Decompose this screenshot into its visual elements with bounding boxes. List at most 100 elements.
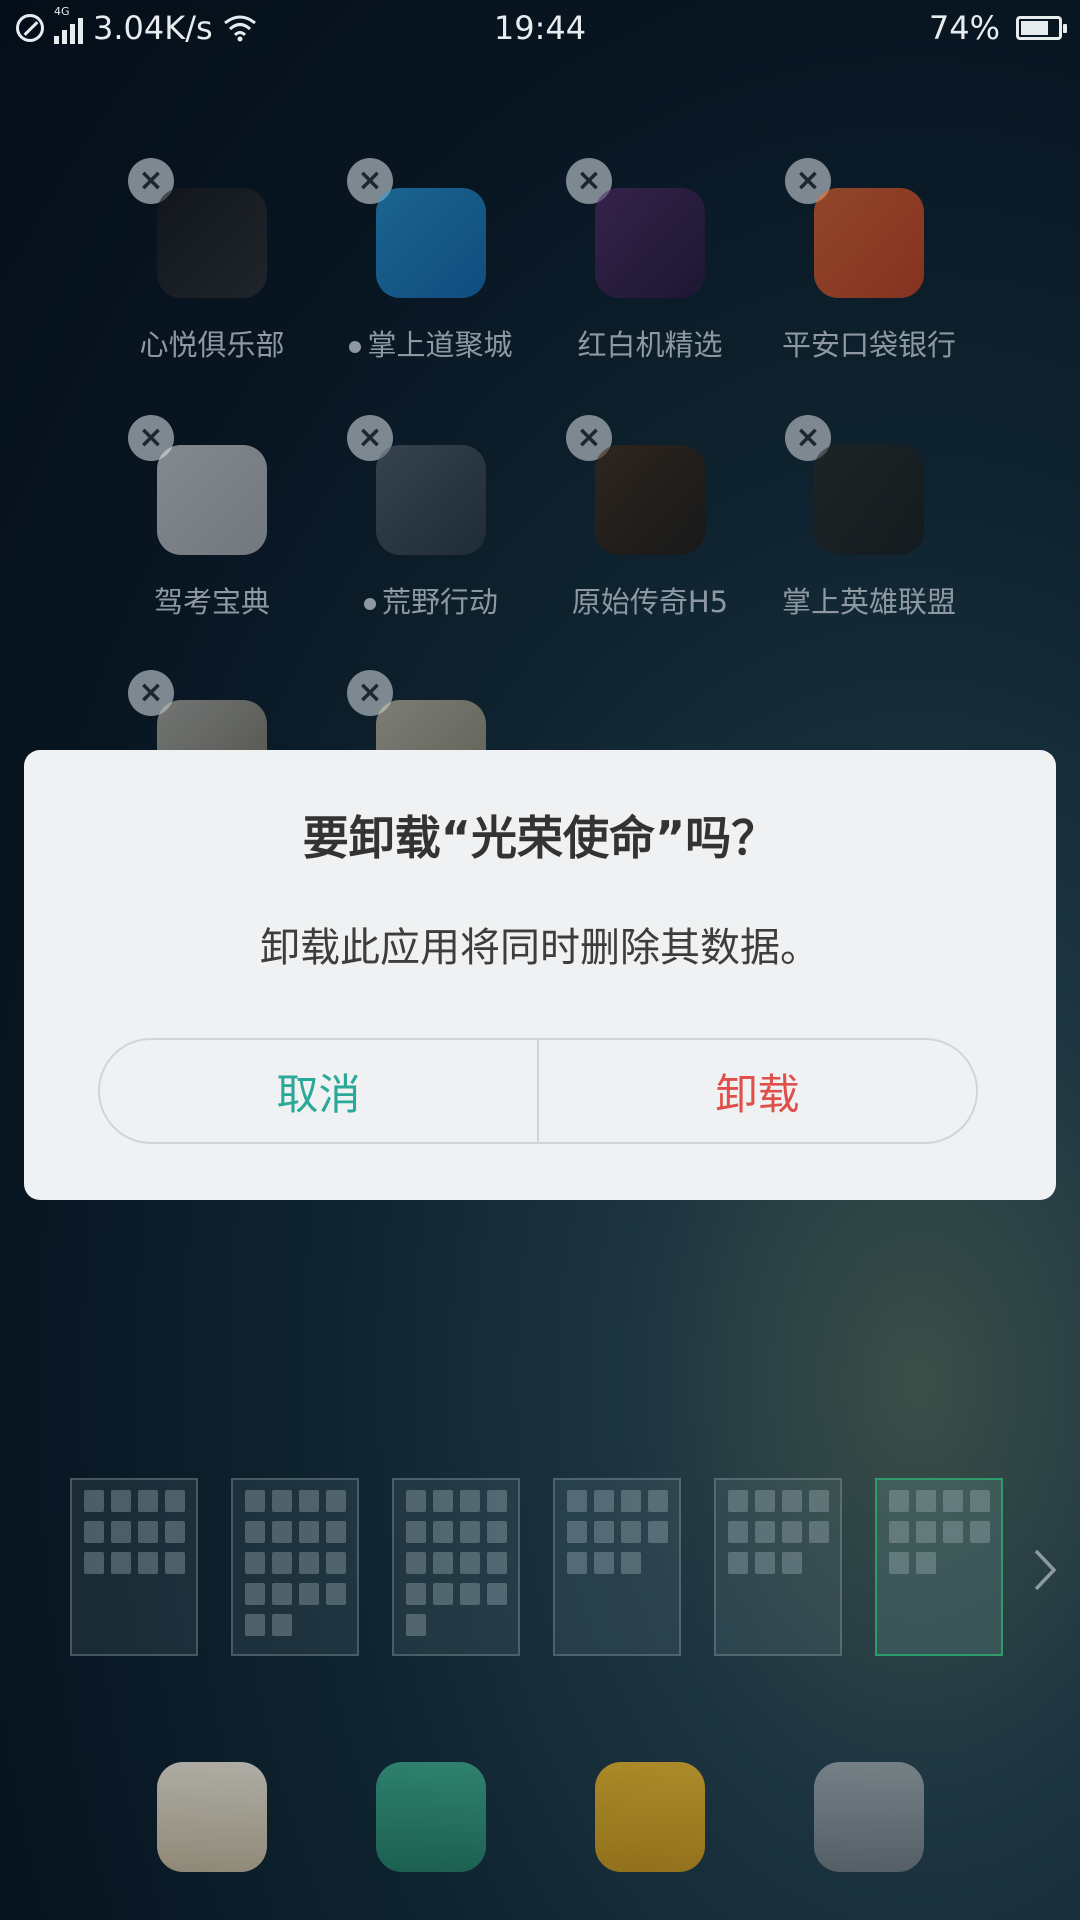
thumbnail-app-cell	[621, 1490, 641, 1512]
app-label: 荒野行动	[331, 579, 531, 621]
thumbnail-app-cell	[889, 1490, 909, 1512]
thumbnail-app-cell	[728, 1521, 748, 1543]
thumbnail-app-cell	[406, 1490, 426, 1512]
thumbnail-app-cell	[889, 1521, 909, 1543]
app-item[interactable]: 原始传奇H5	[550, 445, 750, 621]
page-thumbnail[interactable]	[231, 1478, 359, 1656]
battery-level-fill	[1021, 21, 1048, 35]
app-label-text: 平安口袋银行	[781, 328, 956, 362]
driving-test-icon[interactable]	[157, 445, 267, 555]
page-thumbnail[interactable]	[392, 1478, 520, 1656]
thumbnail-app-cell	[487, 1552, 507, 1574]
thumbnail-app-cell	[326, 1490, 346, 1512]
app-item[interactable]: 驾考宝典	[112, 445, 312, 621]
thumbnail-app-cell	[245, 1490, 265, 1512]
pingan-bank-icon[interactable]	[814, 188, 924, 298]
page-thumbnail[interactable]	[875, 1478, 1003, 1656]
app-item[interactable]: 平安口袋银行	[769, 188, 969, 364]
thumbnail-app-cell	[111, 1552, 131, 1574]
page-thumbnail[interactable]	[714, 1478, 842, 1656]
app-item[interactable]: 掌上英雄联盟	[769, 445, 969, 621]
thumbnail-app-cell	[326, 1521, 346, 1543]
app-label-text: 原始传奇H5	[571, 585, 729, 619]
thumbnail-app-cell	[433, 1583, 453, 1605]
status-bar: 4G 3.04K/s 19:44 74%	[0, 0, 1080, 56]
thumbnail-app-cell	[406, 1614, 426, 1636]
legend-h5-icon[interactable]	[595, 445, 705, 555]
thumbnail-app-cell	[299, 1490, 319, 1512]
thumbnail-app-cell	[621, 1521, 641, 1543]
uninstall-button[interactable]: 卸载	[539, 1040, 976, 1142]
thumbnail-app-cell	[782, 1521, 802, 1543]
thumbnail-app-cell	[460, 1552, 480, 1574]
app-label: 红白机精选	[550, 322, 750, 364]
app-item[interactable]: 红白机精选	[550, 188, 750, 364]
app-item[interactable]: 荒野行动	[331, 445, 531, 621]
thumbnail-app-cell	[567, 1552, 587, 1574]
settings-icon[interactable]	[814, 1762, 924, 1872]
page-thumbnail[interactable]	[553, 1478, 681, 1656]
thumbnail-app-cell	[916, 1552, 936, 1574]
thumbnail-app-cell	[406, 1552, 426, 1574]
thumbnail-app-cell	[728, 1490, 748, 1512]
app-label-text: 掌上道聚城	[367, 328, 513, 362]
dialog-title: 要卸载“光荣使命”吗？	[302, 811, 778, 865]
thumbnail-app-cell	[138, 1552, 158, 1574]
uninstall-dialog: 要卸载“光荣使命”吗？ 卸载此应用将同时删除其数据。 取消 卸载	[24, 750, 1056, 1200]
famicom-select-icon[interactable]	[595, 188, 705, 298]
app-item[interactable]: 心悦俱乐部	[112, 188, 312, 364]
thumbnail-app-cell	[782, 1490, 802, 1512]
camera-icon[interactable]	[157, 1762, 267, 1872]
thumbnail-app-cell	[594, 1490, 614, 1512]
app-label-text: 红白机精选	[577, 328, 723, 362]
app-label: 心悦俱乐部	[112, 322, 312, 364]
cancel-button[interactable]: 取消	[100, 1040, 539, 1142]
thumbnail-app-cell	[487, 1490, 507, 1512]
thumbnail-app-cell	[433, 1490, 453, 1512]
page-thumbnail[interactable]	[70, 1478, 198, 1656]
thumbnail-app-cell	[272, 1583, 292, 1605]
thumbnail-app-cell	[755, 1521, 775, 1543]
messages-icon[interactable]	[595, 1762, 705, 1872]
thumbnail-app-cell	[648, 1521, 668, 1543]
thumbnail-app-cell	[460, 1583, 480, 1605]
thumbnail-app-cell	[272, 1521, 292, 1543]
app-label-text: 掌上英雄联盟	[781, 585, 956, 619]
thumbnail-app-cell	[889, 1552, 909, 1574]
chevron-right-icon[interactable]	[1030, 1545, 1060, 1595]
thumbnail-app-cell	[594, 1521, 614, 1543]
thumbnail-app-cell	[326, 1583, 346, 1605]
page-thumbnails	[70, 1478, 1003, 1656]
thumbnail-app-cell	[809, 1490, 829, 1512]
lol-helper-icon[interactable]	[814, 445, 924, 555]
thumbnail-app-cell	[138, 1490, 158, 1512]
thumbnail-app-cell	[970, 1521, 990, 1543]
thumbnail-app-cell	[943, 1490, 963, 1512]
phone-icon[interactable]	[376, 1762, 486, 1872]
thumbnail-app-cell	[245, 1614, 265, 1636]
thumbnail-app-cell	[916, 1521, 936, 1543]
app-item[interactable]: 掌上道聚城	[331, 188, 531, 364]
thumbnail-app-cell	[433, 1521, 453, 1543]
thumbnail-app-cell	[165, 1521, 185, 1543]
thumbnail-app-cell	[970, 1490, 990, 1512]
thumbnail-app-cell	[916, 1490, 936, 1512]
thumbnail-app-cell	[165, 1490, 185, 1512]
thumbnail-app-cell	[487, 1583, 507, 1605]
app-label: 原始传奇H5	[550, 579, 750, 621]
daojucheng-icon[interactable]	[376, 188, 486, 298]
thumbnail-app-cell	[272, 1490, 292, 1512]
thumbnail-app-cell	[782, 1552, 802, 1574]
thumbnail-app-cell	[755, 1552, 775, 1574]
thumbnail-app-cell	[84, 1490, 104, 1512]
xinyue-club-icon[interactable]	[157, 188, 267, 298]
thumbnail-app-cell	[755, 1490, 775, 1512]
thumbnail-app-cell	[299, 1552, 319, 1574]
battery-percent: 74%	[928, 9, 1000, 47]
knives-out-icon[interactable]	[376, 445, 486, 555]
battery-icon	[1016, 16, 1067, 40]
thumbnail-app-cell	[460, 1490, 480, 1512]
thumbnail-app-cell	[621, 1552, 641, 1574]
thumbnail-app-cell	[648, 1490, 668, 1512]
app-label: 掌上英雄联盟	[769, 579, 969, 621]
